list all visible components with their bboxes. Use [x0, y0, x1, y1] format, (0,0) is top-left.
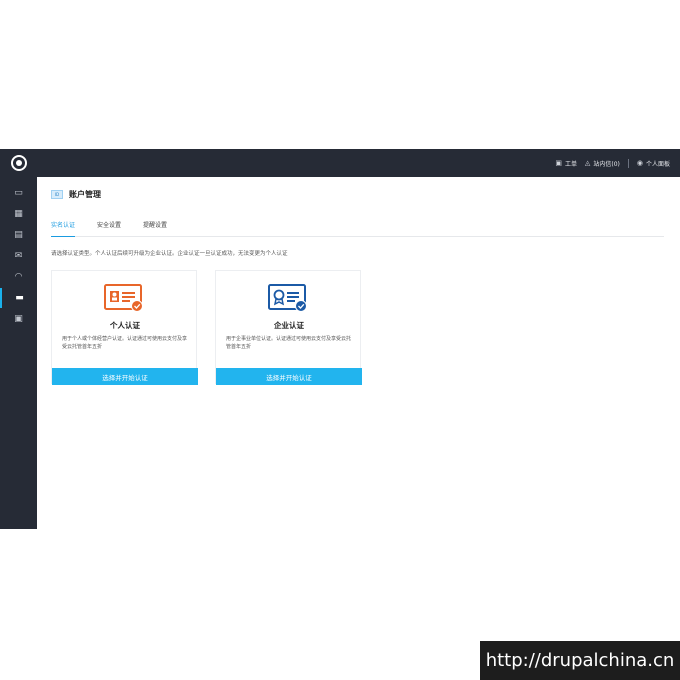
enterprise-certificate-icon — [268, 284, 307, 312]
watermark: http://drupalchina.cn — [480, 641, 680, 680]
ticket-link[interactable]: ▣ 工单 — [555, 159, 577, 168]
app-frame: ▣ 工单 ◬ 站内信(0) ◉ 个人面板 ▭ ▦ ▤ ✉ ◠ ▬ ▣ ID 账户… — [0, 149, 680, 529]
ticket-label: 工单 — [564, 160, 577, 168]
tab-bar: 实名认证 安全设置 提醒设置 — [51, 217, 664, 237]
top-actions: ▣ 工单 ◬ 站内信(0) ◉ 个人面板 — [555, 149, 670, 177]
sidebar: ▭ ▦ ▤ ✉ ◠ ▬ ▣ — [0, 177, 37, 529]
sidebar-item-gauge[interactable]: ◠ — [0, 267, 37, 287]
tab-security[interactable]: 安全设置 — [97, 217, 121, 237]
start-personal-cert-button[interactable]: 选择并开始认证 — [52, 368, 198, 385]
start-enterprise-cert-button[interactable]: 选择并开始认证 — [216, 368, 362, 385]
main-content: ID 账户管理 实名认证 安全设置 提醒设置 请选择认证类型。个人认证后续可升级… — [37, 177, 680, 529]
user-panel-link[interactable]: ◉ 个人面板 — [637, 159, 670, 168]
personal-cert-card: 个人认证 用于个人或个体经营户认证。认证通过可使用云支付及享受云托管首年五折 选… — [51, 270, 198, 385]
sidebar-item-grid[interactable]: ▦ — [0, 204, 37, 224]
card-title-enterprise: 企业认证 — [274, 321, 304, 330]
card-desc-personal: 用于个人或个体经营户认证。认证通过可使用云支付及享受云托管首年五折 — [62, 336, 188, 350]
notice-text: 请选择认证类型。个人认证后续可升级为企业认证。企业认证一旦认证成功，无法变更为个… — [51, 251, 288, 257]
sidebar-item-monitor[interactable]: ▭ — [0, 183, 37, 203]
sidebar-item-account[interactable]: ▬ — [0, 288, 37, 308]
messages-label: 站内信(0) — [593, 160, 620, 168]
gauge-icon: ◠ — [14, 272, 23, 282]
ticket-icon: ▣ — [555, 158, 562, 167]
card-title-personal: 个人认证 — [110, 321, 140, 330]
divider — [627, 158, 629, 168]
page-title: 账户管理 — [69, 190, 101, 199]
logo-icon[interactable] — [11, 155, 27, 171]
sidebar-item-save[interactable]: ▤ — [0, 225, 37, 245]
top-bar: ▣ 工单 ◬ 站内信(0) ◉ 个人面板 — [0, 149, 680, 177]
mail-icon: ✉ — [14, 251, 23, 261]
bell-icon: ◬ — [584, 158, 591, 167]
tab-real-name[interactable]: 实名认证 — [51, 217, 76, 237]
tab-reminder[interactable]: 提醒设置 — [143, 217, 167, 237]
package-icon: ▣ — [14, 314, 23, 324]
save-icon: ▤ — [14, 230, 23, 240]
sidebar-item-mail[interactable]: ✉ — [0, 246, 37, 266]
card-desc-enterprise: 用于企事业单位认证。认证通过可使用云支付及享受云托管首年五折 — [226, 336, 352, 350]
grid-icon: ▦ — [14, 209, 23, 219]
page-header: ID 账户管理 — [51, 189, 101, 200]
user-panel-label: 个人面板 — [645, 160, 670, 168]
monitor-icon: ▭ — [14, 188, 23, 198]
sidebar-item-package[interactable]: ▣ — [0, 309, 37, 329]
enterprise-cert-card: 企业认证 用于企事业单位认证。认证通过可使用云支付及享受云托管首年五折 选择并开… — [215, 270, 362, 385]
user-icon: ◉ — [636, 158, 643, 167]
id-card-icon: ▬ — [15, 293, 24, 303]
account-icon: ID — [51, 190, 63, 199]
personal-id-card-icon — [104, 284, 143, 312]
messages-link[interactable]: ◬ 站内信(0) — [585, 159, 620, 168]
